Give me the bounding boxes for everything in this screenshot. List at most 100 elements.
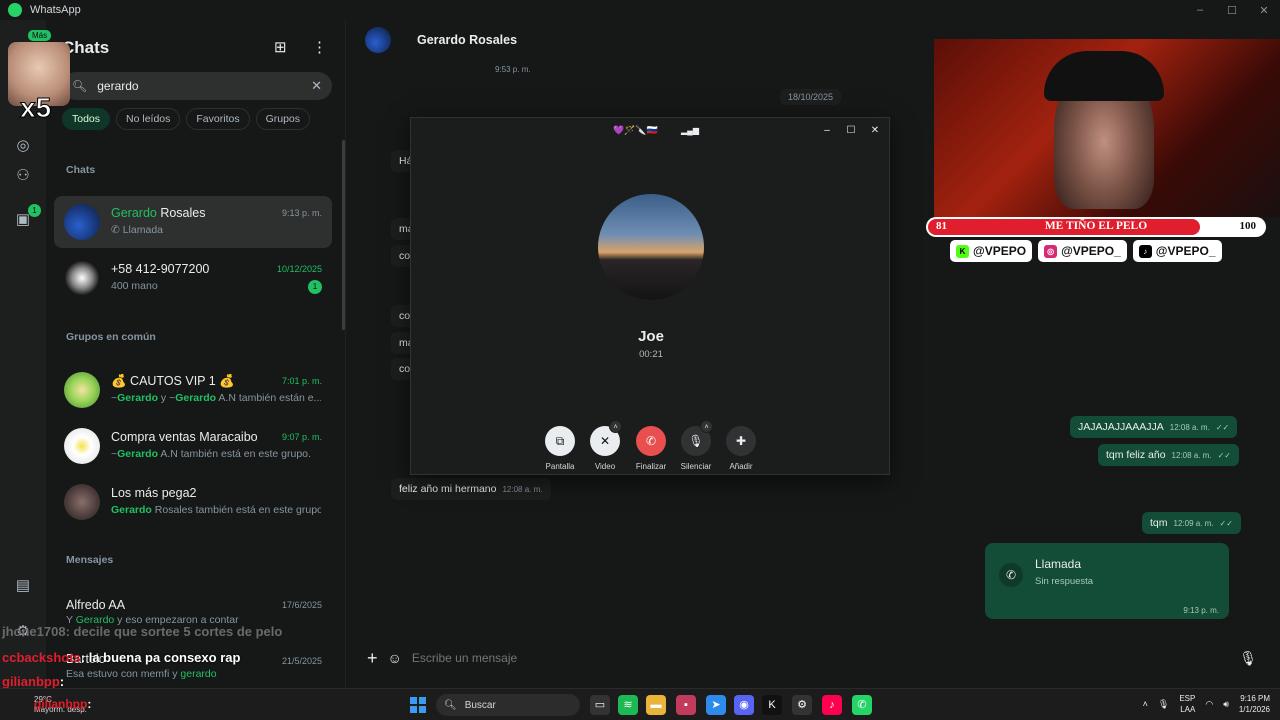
tiktok-app-icon[interactable]: ♪ bbox=[822, 695, 842, 715]
group-row[interactable]: 💰 CAUTOS VIP 1 💰 ~Gerardo y ~Gerardo A.N… bbox=[54, 364, 332, 416]
filter-chips: Todos No leídos Favoritos Grupos bbox=[62, 108, 311, 130]
stream-chat-line: ccbackshots: la buena pa consexo rap bbox=[2, 650, 241, 665]
wifi-icon[interactable]: ◠ bbox=[1205, 699, 1213, 710]
chat-row[interactable]: +58 412-9077200 400 mano 10/12/2025 1 bbox=[54, 252, 332, 304]
search-input[interactable] bbox=[97, 79, 312, 93]
read-receipt-icon: ✓✓ bbox=[1217, 451, 1231, 460]
settings-app-icon[interactable]: ⚙ bbox=[792, 695, 812, 715]
volume-icon[interactable]: 🔊︎ bbox=[1223, 699, 1229, 710]
missed-call-card[interactable]: ✆ Llamada Sin respuesta 9:13 p. m. bbox=[985, 543, 1229, 619]
message-time: 17/6/2025 bbox=[281, 600, 322, 610]
chat-preview: ✆ Llamada bbox=[111, 224, 163, 236]
stream-chat-line: jhone1708: decile que sortee 5 cortes de… bbox=[2, 624, 283, 639]
kick-icon: K bbox=[956, 244, 969, 258]
screen-share-button[interactable]: ⧉ bbox=[545, 426, 575, 456]
chat-name: +58 412-9077200 bbox=[111, 262, 210, 276]
section-groups: Grupos en común bbox=[66, 331, 156, 343]
communities-icon[interactable]: ⚇ bbox=[13, 166, 33, 186]
whatsapp-app-icon[interactable]: ✆ bbox=[852, 695, 872, 715]
app-icon[interactable]: ▪ bbox=[676, 695, 696, 715]
call-emojis: 💜🪄🔪🇷🇺 bbox=[613, 125, 658, 135]
group-preview: ~Gerardo A.N también está en este grupo. bbox=[111, 448, 311, 460]
section-messages: Mensajes bbox=[66, 554, 114, 566]
window-controls: – ☐ ✕ bbox=[1184, 0, 1280, 20]
call-title: Llamada bbox=[1035, 557, 1082, 571]
tray-mic-icon[interactable]: 🎙︎ bbox=[1158, 699, 1169, 710]
microphone-icon[interactable]: 🎙︎ bbox=[1239, 650, 1257, 667]
chat-preview: 400 mano bbox=[111, 280, 158, 292]
app-title: WhatsApp bbox=[30, 4, 81, 16]
mic-options-icon[interactable]: ˄ bbox=[700, 420, 713, 433]
call-close-icon[interactable]: ✕ bbox=[863, 121, 887, 139]
call-status: Sin respuesta bbox=[1035, 576, 1094, 587]
message-preview: Esa estuvo con memfi y gerardo bbox=[66, 668, 217, 680]
chat-list-scrollbar[interactable] bbox=[342, 140, 345, 330]
instagram-handle: ◎ @VPEPO_ bbox=[1038, 240, 1127, 262]
message-time: 21/5/2025 bbox=[281, 656, 322, 666]
avatar bbox=[64, 260, 100, 296]
gift-multiplier: x5 bbox=[19, 92, 52, 124]
video-options-icon[interactable]: ˄ bbox=[609, 420, 622, 433]
emoji-icon[interactable]: ☺ bbox=[388, 650, 402, 666]
system-tray: ˄ 🎙︎ ESP LAA ◠ 🔊︎ 9:16 PM 1/1/2026 bbox=[1143, 693, 1270, 715]
outgoing-message: JAJAJAJJAAAJJA 12:08 a. m. ✓✓ bbox=[1070, 416, 1238, 438]
streamer-cap bbox=[1044, 51, 1164, 101]
spotify-icon[interactable]: ≋ bbox=[618, 695, 638, 715]
filter-grupos[interactable]: Grupos bbox=[255, 108, 311, 130]
attach-plus-icon[interactable]: + bbox=[367, 648, 378, 669]
avatar bbox=[64, 428, 100, 464]
read-receipt-icon: ✓✓ bbox=[1219, 519, 1233, 528]
whatsapp-logo-icon bbox=[8, 3, 22, 17]
instagram-icon: ◎ bbox=[1044, 244, 1058, 258]
call-maximize-icon[interactable]: ☐ bbox=[839, 121, 863, 139]
telegram-icon[interactable]: ➤ bbox=[706, 695, 726, 715]
chat-time: 9:13 p. m. bbox=[281, 208, 322, 218]
discord-icon[interactable]: ◉ bbox=[734, 695, 754, 715]
group-name: 💰 CAUTOS VIP 1 💰 bbox=[111, 374, 235, 388]
stream-chat-line: gilianbpp: bbox=[2, 674, 65, 689]
tiktok-handle: ♪ @VPEPO_ bbox=[1132, 240, 1222, 262]
caller-name: Joe bbox=[638, 328, 664, 345]
menu-icon[interactable]: ⋮ bbox=[312, 38, 327, 56]
caller-avatar bbox=[598, 194, 704, 300]
close-icon[interactable]: ✕ bbox=[1248, 0, 1280, 20]
kick-handle: K @VPEPO bbox=[950, 240, 1033, 262]
group-row[interactable]: Los más pega2 Gerardo Rosales también es… bbox=[54, 476, 332, 528]
file-explorer-icon[interactable]: ▬ bbox=[646, 695, 666, 715]
contact-avatar[interactable] bbox=[365, 27, 391, 53]
goal-target: 100 bbox=[1239, 220, 1257, 232]
tray-chevron-icon[interactable]: ˄ bbox=[1143, 699, 1148, 709]
clear-search-icon[interactable]: ✕ bbox=[311, 78, 322, 94]
filter-no-leidos[interactable]: No leídos bbox=[116, 108, 181, 130]
chat-list-panel: Chats ⊞ ⋮ 🔍︎ ✕ Todos No leídos Favoritos… bbox=[46, 20, 346, 688]
taskbar: 29°C Mayorm. desp. gilianbpp: 🔍︎ Buscar ▭… bbox=[0, 688, 1280, 720]
kick-app-icon[interactable]: K bbox=[762, 695, 782, 715]
call-window-titlebar[interactable]: 💜🪄🔪🇷🇺 ▂▄▆ – ☐ ✕ bbox=[411, 118, 891, 144]
add-participant-button[interactable]: ✚ bbox=[726, 426, 756, 456]
language-indicator[interactable]: ESP LAA bbox=[1179, 693, 1195, 715]
start-button[interactable] bbox=[410, 697, 426, 713]
taskbar-search[interactable]: 🔍︎ Buscar bbox=[436, 694, 580, 716]
clock[interactable]: 9:16 PM 1/1/2026 bbox=[1239, 693, 1270, 715]
maximize-icon[interactable]: ☐ bbox=[1216, 0, 1248, 20]
status-icon[interactable]: ◎ bbox=[13, 136, 33, 156]
group-preview: ~Gerardo y ~Gerardo A.N también están e.… bbox=[111, 392, 321, 404]
add-participant-label: Añadir bbox=[729, 462, 753, 471]
filter-favoritos[interactable]: Favoritos bbox=[186, 108, 250, 130]
call-minimize-icon[interactable]: – bbox=[815, 121, 839, 139]
stream-chat-line: gilianbpp: bbox=[34, 697, 92, 711]
chat-name: Gerardo Rosales bbox=[111, 206, 206, 220]
end-call-button[interactable]: ✆ bbox=[636, 426, 666, 456]
minimize-icon[interactable]: – bbox=[1184, 0, 1216, 20]
phone-icon: ✆ bbox=[999, 563, 1023, 587]
message-input[interactable] bbox=[411, 651, 1240, 665]
task-view-icon[interactable]: ▭ bbox=[590, 695, 610, 715]
tiktok-icon: ♪ bbox=[1138, 244, 1152, 258]
search-icon: 🔍︎ bbox=[444, 699, 457, 711]
contact-name[interactable]: Gerardo Rosales bbox=[417, 33, 517, 47]
chat-row[interactable]: Gerardo Rosales ✆ Llamada 9:13 p. m. bbox=[54, 196, 332, 248]
group-row[interactable]: Compra ventas Maracaibo ~Gerardo A.N tam… bbox=[54, 420, 332, 472]
new-chat-icon[interactable]: ⊞ bbox=[274, 38, 287, 56]
media-icon[interactable]: ▤ bbox=[13, 576, 33, 596]
gift-overlay: Más x5 bbox=[6, 30, 70, 124]
